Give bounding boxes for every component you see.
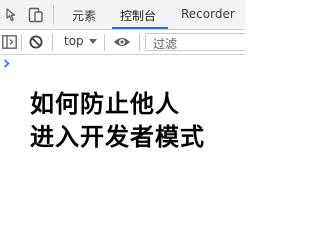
tab-recorder[interactable]: Recorder xyxy=(181,7,235,21)
sidebar-toggle-icon[interactable] xyxy=(2,35,17,49)
tab-elements[interactable]: 元素 xyxy=(72,7,96,24)
context-dropdown-arrow-icon[interactable] xyxy=(89,39,97,45)
toolbar-separator xyxy=(21,34,22,51)
tab-console[interactable]: 控制台 xyxy=(120,7,156,24)
clear-console-icon[interactable] xyxy=(29,35,43,49)
prompt-chevron-icon xyxy=(4,59,10,68)
console-toolbar: top 过滤 xyxy=(0,30,245,55)
eye-icon[interactable] xyxy=(113,36,131,48)
console-output-line: 进入开发者模式 xyxy=(30,123,205,151)
inspect-cursor-icon[interactable] xyxy=(6,8,20,22)
context-selector-label[interactable]: top xyxy=(64,34,84,48)
device-toggle-icon[interactable] xyxy=(28,7,44,23)
devtools-tabbar: 元素 控制台 Recorder xyxy=(0,0,245,30)
active-tab-indicator xyxy=(112,27,168,29)
filter-input[interactable]: 过滤 xyxy=(145,33,245,51)
filter-placeholder: 过滤 xyxy=(153,37,178,51)
toolbar-separator xyxy=(104,34,105,51)
console-output-line: 如何防止他人 xyxy=(30,90,180,118)
toolbar-separator xyxy=(52,34,53,51)
toolbar-separator xyxy=(139,34,140,51)
tabbar-separator xyxy=(53,5,54,25)
